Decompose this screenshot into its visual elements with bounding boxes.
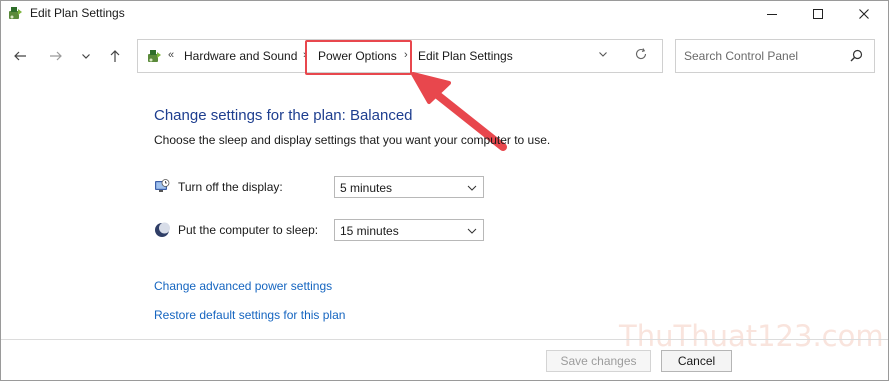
chevron-down-icon: [599, 52, 607, 57]
up-button[interactable]: [104, 45, 126, 67]
display-timeout-value: 5 minutes: [340, 181, 393, 195]
display-timeout-label: Turn off the display:: [178, 180, 283, 194]
page-title: Change settings for the plan: Balanced: [154, 107, 413, 124]
sleep-timeout-select[interactable]: 15 minutes: [334, 219, 484, 241]
footer-divider: [1, 339, 888, 340]
page-description: Choose the sleep and display settings th…: [154, 133, 551, 147]
breadcrumb-edit-plan-settings[interactable]: Edit Plan Settings: [418, 49, 513, 63]
search-placeholder: Search Control Panel: [684, 49, 799, 63]
address-history-button[interactable]: [598, 49, 608, 62]
chevron-down-icon: [467, 182, 477, 196]
change-advanced-settings-link[interactable]: Change advanced power settings: [154, 279, 332, 293]
monitor-clock-icon: [154, 178, 170, 194]
close-button[interactable]: [841, 1, 887, 27]
arrow-up-icon: [110, 50, 120, 62]
refresh-icon: [635, 48, 647, 60]
power-options-icon: [7, 5, 23, 21]
search-icon[interactable]: [850, 49, 863, 65]
restore-defaults-link[interactable]: Restore default settings for this plan: [154, 308, 345, 322]
power-options-icon: [146, 48, 162, 64]
window-title: Edit Plan Settings: [30, 6, 125, 20]
save-changes-button[interactable]: Save changes: [546, 350, 651, 372]
search-input[interactable]: Search Control Panel: [675, 39, 875, 73]
sleep-timeout-label: Put the computer to sleep:: [178, 223, 319, 237]
maximize-button[interactable]: [795, 1, 841, 27]
window: Edit Plan Settings « Hardware and Sound …: [0, 0, 889, 381]
close-icon: [859, 9, 869, 19]
breadcrumb-hardware-and-sound[interactable]: Hardware and Sound: [184, 49, 297, 63]
forward-button[interactable]: [45, 45, 67, 67]
back-button[interactable]: [9, 45, 31, 67]
arrow-left-icon: [14, 51, 26, 61]
refresh-button[interactable]: [634, 47, 648, 64]
display-timeout-select[interactable]: 5 minutes: [334, 176, 484, 198]
chevron-down-icon: [82, 54, 90, 59]
moon-icon: [154, 222, 170, 238]
title-bar: Edit Plan Settings: [1, 1, 888, 27]
arrow-right-icon: [50, 51, 62, 61]
sleep-timeout-value: 15 minutes: [340, 224, 399, 238]
annotation-highlight-box: [305, 40, 412, 75]
watermark: ThuThuat123.com: [619, 319, 884, 353]
recent-locations-button[interactable]: [75, 45, 97, 67]
breadcrumb-overflow-icon[interactable]: «: [168, 49, 174, 61]
minimize-button[interactable]: [749, 1, 795, 27]
chevron-down-icon: [467, 225, 477, 239]
cancel-button[interactable]: Cancel: [661, 350, 732, 372]
